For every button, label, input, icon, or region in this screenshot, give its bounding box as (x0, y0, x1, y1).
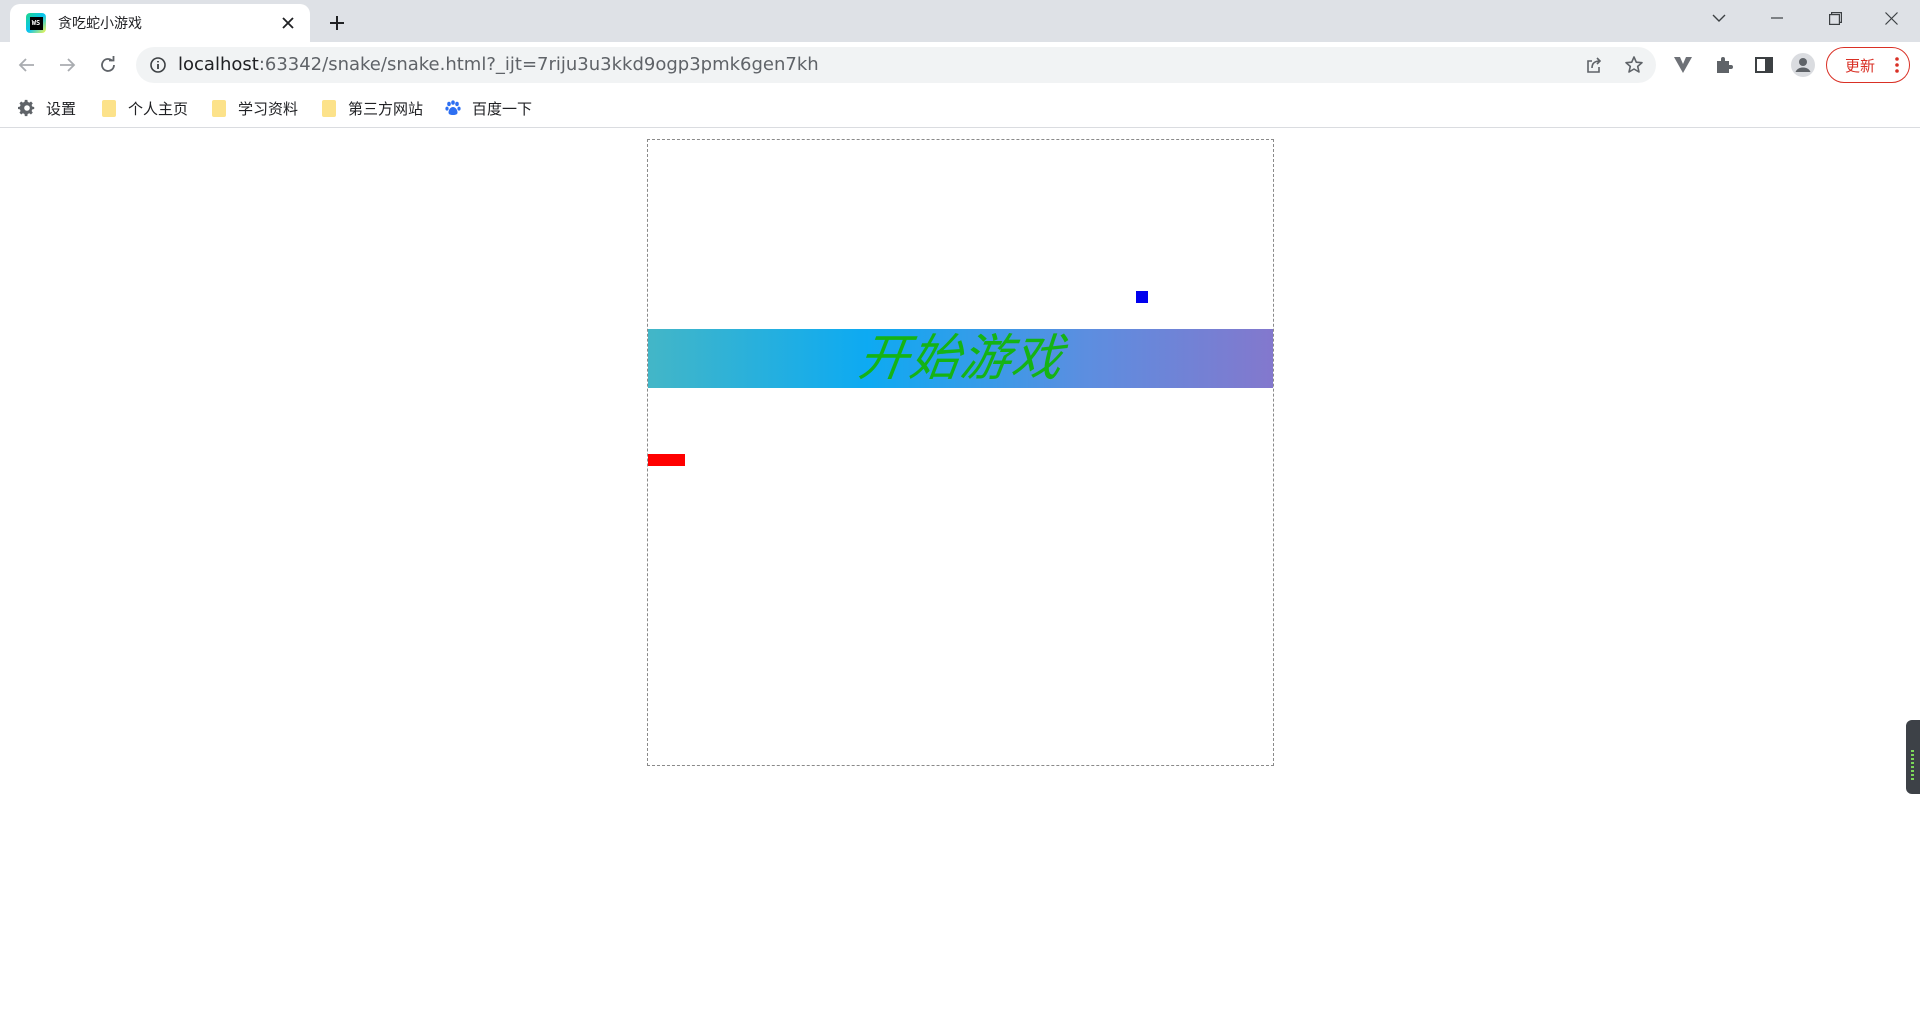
restore-button[interactable] (1806, 0, 1864, 36)
bookmark-label: 设置 (46, 99, 77, 118)
start-game-button[interactable]: 开始游戏 (648, 329, 1273, 388)
tab-strip: WS 贪吃蛇小游戏 (0, 0, 1920, 42)
more-vert-icon (1895, 57, 1899, 73)
restore-icon (1828, 11, 1842, 25)
baidu-paw-icon (444, 99, 462, 117)
folder-icon (100, 99, 118, 117)
folder-icon (210, 99, 228, 117)
tab-title: 贪吃蛇小游戏 (58, 16, 142, 32)
url-host: localhost (178, 54, 259, 75)
avatar-icon (1791, 53, 1815, 77)
close-icon (282, 17, 294, 29)
close-icon (1884, 11, 1898, 25)
side-panel-icon (1755, 57, 1773, 73)
v-extension-icon (1674, 57, 1692, 73)
share-button[interactable] (1582, 53, 1606, 77)
url-path: :63342/snake/snake.html?_ijt=7riju3u3kkd… (258, 54, 819, 75)
bookmark-folder-personal[interactable]: 个人主页 (100, 95, 188, 121)
bookmark-star-button[interactable] (1622, 53, 1646, 77)
bookmark-label: 个人主页 (128, 99, 189, 118)
tab-search-button[interactable] (1690, 0, 1748, 36)
browser-toolbar: localhost:63342/snake/snake.html?_ijt=7r… (0, 42, 1920, 88)
reload-icon (101, 56, 115, 72)
game-board[interactable]: 开始游戏 (647, 139, 1274, 766)
side-panel-button[interactable] (1750, 51, 1778, 79)
update-button[interactable]: 更新 (1826, 47, 1910, 83)
update-label: 更新 (1845, 56, 1876, 75)
star-icon (1625, 56, 1643, 73)
bookmarks-bar: 设置 个人主页 学习资料 第三方网站 百度一下 (0, 88, 1920, 128)
webstorm-icon: WS (26, 13, 46, 33)
bookmark-label: 第三方网站 (348, 99, 424, 118)
snake-body (648, 454, 685, 466)
start-game-label: 开始游戏 (854, 329, 1067, 387)
vpn-extension-button[interactable] (1669, 51, 1697, 79)
profile-button[interactable] (1789, 51, 1817, 79)
close-window-button[interactable] (1862, 0, 1920, 36)
bookmark-label: 百度一下 (472, 99, 533, 118)
food-block (1136, 291, 1148, 303)
forward-button[interactable] (51, 49, 83, 81)
back-button[interactable] (11, 49, 43, 81)
chevron-down-icon (1712, 14, 1726, 22)
bookmark-folder-study[interactable]: 学习资料 (210, 95, 298, 121)
tab-close-button[interactable] (276, 11, 300, 35)
browser-tab[interactable]: WS 贪吃蛇小游戏 (10, 4, 310, 42)
arrow-left-icon (18, 58, 34, 72)
arrow-right-icon (60, 58, 76, 72)
bookmark-label: 学习资料 (238, 99, 299, 118)
gear-icon (18, 99, 36, 117)
minimize-button[interactable] (1748, 0, 1806, 36)
url-text[interactable]: localhost:63342/snake/snake.html?_ijt=7r… (178, 47, 819, 83)
bookmark-settings[interactable]: 设置 (18, 95, 76, 121)
share-icon (1587, 57, 1602, 73)
bookmark-baidu[interactable]: 百度一下 (444, 95, 532, 121)
minimize-icon (1771, 17, 1783, 19)
extensions-button[interactable] (1710, 51, 1738, 79)
plus-icon (330, 16, 344, 30)
edge-side-widget[interactable] (1906, 720, 1920, 794)
new-tab-button[interactable] (322, 8, 352, 38)
folder-icon (320, 99, 338, 117)
puzzle-icon (1717, 57, 1733, 73)
address-bar[interactable]: localhost:63342/snake/snake.html?_ijt=7r… (136, 47, 1656, 83)
site-info-icon[interactable] (148, 55, 168, 75)
bookmark-folder-third-party[interactable]: 第三方网站 (320, 95, 423, 121)
reload-button[interactable] (92, 49, 124, 81)
